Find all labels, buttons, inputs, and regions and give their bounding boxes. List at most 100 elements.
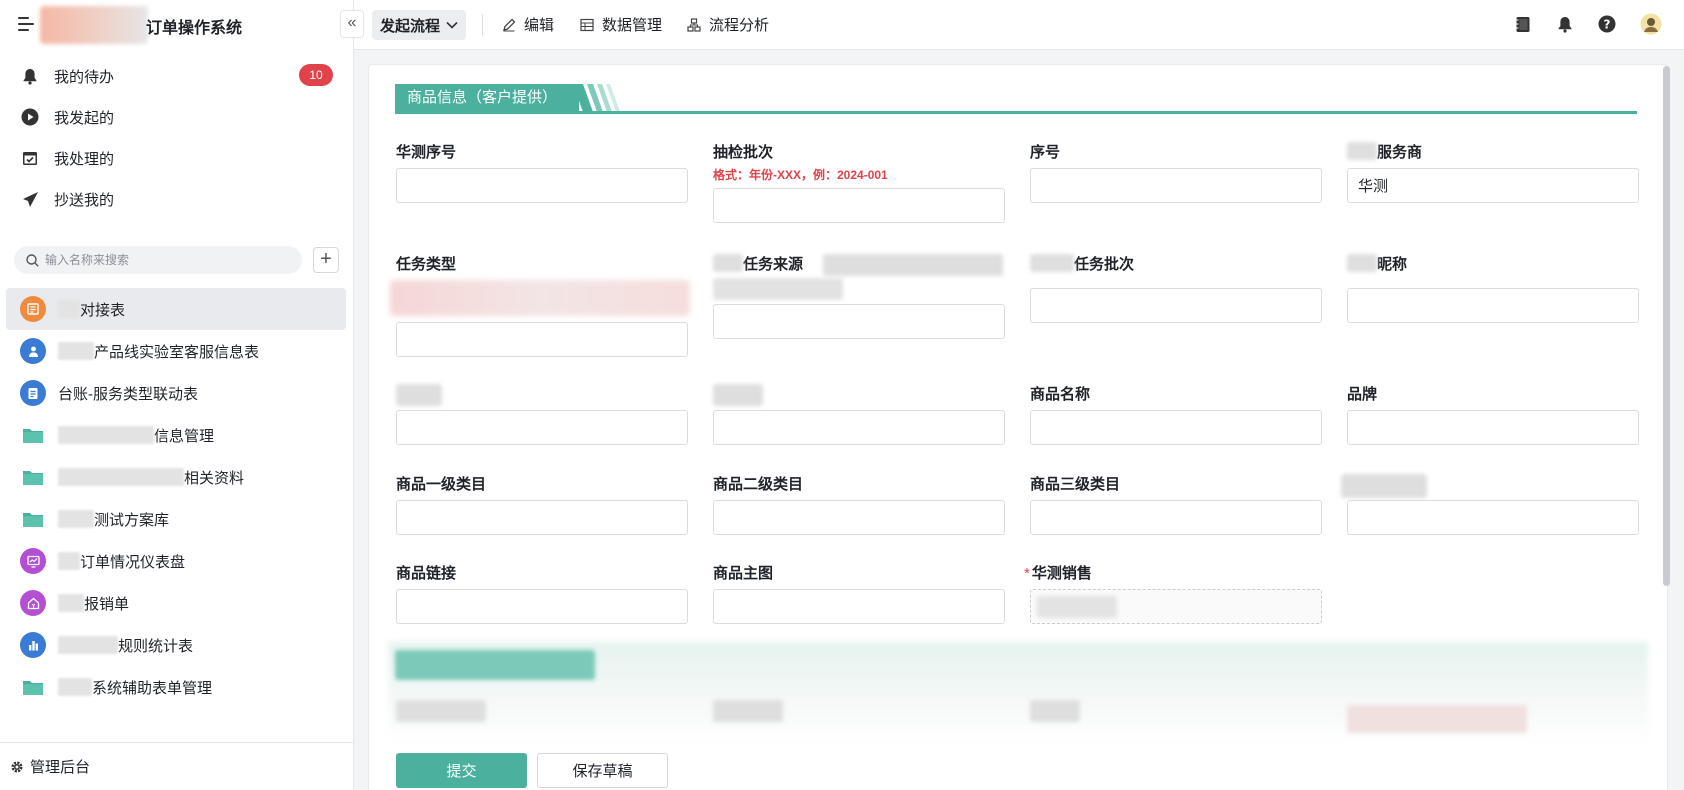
start-flow-dropdown[interactable]: 发起流程 (372, 10, 467, 40)
redacted-section-title (395, 650, 595, 680)
field-category-3: 商品三级类目 (1030, 474, 1322, 535)
product-link-input[interactable] (396, 589, 688, 624)
money-icon (20, 590, 46, 616)
field-sales: * 华测销售 (1024, 563, 1322, 624)
field-label-row: * 华测销售 (1024, 563, 1316, 585)
redacted-text (58, 594, 84, 612)
field-label: 任务类型 (396, 256, 457, 273)
book-icon[interactable] (1512, 13, 1534, 35)
redacted-a-input[interactable] (396, 410, 688, 445)
app-item[interactable]: 对接表 (6, 288, 346, 330)
bar-chart-icon (20, 632, 46, 658)
app-item[interactable]: 规则统计表 (6, 624, 346, 666)
app-logo (40, 6, 148, 44)
redacted-text (396, 384, 442, 406)
submit-button[interactable]: 提交 (396, 753, 527, 788)
app-item[interactable]: 订单情况仪表盘 (6, 540, 346, 582)
edit-label: 编辑 (524, 17, 555, 34)
app-item-label: 对接表 (80, 301, 126, 319)
field-product-name: 商品名称 (1030, 384, 1322, 445)
field-batch: 抽检批次 格式：年份-XXX，例：2024-001 (713, 142, 1005, 223)
app-item[interactable]: 信息管理 (6, 414, 346, 456)
category-3-input[interactable] (1030, 500, 1322, 535)
nav-item-handled[interactable]: 我处理的 (18, 143, 114, 173)
field-label-row: 服务商 (1347, 142, 1639, 164)
user-avatar[interactable] (1640, 13, 1662, 35)
app-item[interactable]: 台账-服务类型联动表 (6, 372, 346, 414)
toolbar-divider (482, 14, 483, 36)
redacted-hint (713, 278, 843, 300)
task-batch-input[interactable] (1030, 288, 1322, 323)
add-app-button[interactable]: + (313, 247, 339, 273)
folder-icon (20, 422, 46, 448)
calendar-check-icon (18, 146, 42, 170)
app-item[interactable]: 产品线实验室客服信息表 (6, 330, 346, 372)
help-icon[interactable]: ? (1596, 13, 1618, 35)
field-label: 商品名称 (1030, 386, 1091, 403)
serial-hc-input[interactable] (396, 168, 688, 203)
batch-input[interactable] (713, 188, 1005, 223)
product-name-input[interactable] (1030, 410, 1322, 445)
flow-analysis-button[interactable]: 流程分析 (687, 14, 769, 35)
admin-console-link[interactable]: 管理后台 (0, 742, 354, 790)
nav-item-initiated[interactable]: 我发起的 (18, 102, 114, 132)
field-label: 商品一级类目 (396, 476, 487, 493)
provider-input[interactable] (1347, 168, 1639, 203)
task-type-input[interactable] (396, 322, 688, 357)
edit-button[interactable]: 编辑 (502, 14, 554, 35)
app-item-label: 测试方案库 (94, 511, 170, 529)
category-2-input[interactable] (713, 500, 1005, 535)
brand-input[interactable] (1347, 410, 1639, 445)
sales-member-picker[interactable] (1030, 589, 1322, 624)
nav-item-todo[interactable]: 我的待办 (18, 61, 114, 91)
seq-input[interactable] (1030, 168, 1322, 203)
redacted-text (58, 552, 80, 570)
search-input[interactable] (45, 253, 275, 267)
task-source-input[interactable] (713, 304, 1005, 339)
sidebar-search[interactable] (14, 246, 302, 274)
vertical-scrollbar[interactable] (1663, 66, 1670, 586)
field-product-link: 商品链接 (396, 563, 688, 624)
app-item-label: 规则统计表 (118, 637, 194, 655)
app-item-label: 订单情况仪表盘 (80, 553, 186, 571)
required-mark: * (1024, 565, 1030, 582)
category-1-input[interactable] (396, 500, 688, 535)
document-icon (20, 380, 46, 406)
nav-label: 我处理的 (54, 150, 115, 168)
app-item[interactable]: 系统辅助表单管理 (6, 666, 346, 708)
folder-icon (20, 464, 46, 490)
app-item-label: 信息管理 (154, 427, 215, 445)
redacted-b-input[interactable] (713, 410, 1005, 445)
field-label: 华测序号 (396, 144, 457, 161)
app-item[interactable]: 相关资料 (6, 456, 346, 498)
field-label: 商品链接 (396, 565, 457, 582)
notification-bell-icon[interactable] (1554, 13, 1576, 35)
start-flow-label: 发起流程 (380, 17, 441, 35)
pencil-icon (502, 17, 518, 33)
folder-icon (20, 674, 46, 700)
batch-format-hint: 格式：年份-XXX，例：2024-001 (713, 168, 888, 182)
redacted-text (823, 254, 1003, 276)
app-item[interactable]: 报销单 (6, 582, 346, 624)
hamburger-menu-icon[interactable] (18, 17, 34, 31)
save-draft-button[interactable]: 保存草稿 (537, 753, 668, 788)
nav-item-cc[interactable]: 抄送我的 (18, 184, 114, 214)
main-image-input[interactable] (713, 589, 1005, 624)
redacted-hint (390, 280, 690, 316)
nickname-input[interactable] (1347, 288, 1639, 323)
field-task-source: 任务来源 (713, 254, 1005, 339)
redacted-text (1341, 474, 1427, 498)
section-divider-line (395, 111, 1637, 114)
app-item[interactable]: 测试方案库 (6, 498, 346, 540)
redacted-text (58, 636, 118, 654)
sidebar: 订单操作系统 我的待办 10 我发起的 我处理的 抄送我的 + (0, 0, 354, 790)
field-label: 抽检批次 (713, 144, 774, 161)
redacted-c-input[interactable] (1347, 500, 1639, 535)
data-management-button[interactable]: 数据管理 (580, 14, 662, 35)
section-header: 商品信息（客户提供） (395, 84, 1637, 114)
collapse-sidebar-button[interactable]: « (340, 10, 364, 38)
field-label: 服务商 (1377, 144, 1423, 161)
todo-count-badge: 10 (299, 64, 333, 86)
sidebar-header: 订单操作系统 (0, 0, 354, 50)
redacted-text (396, 700, 486, 722)
